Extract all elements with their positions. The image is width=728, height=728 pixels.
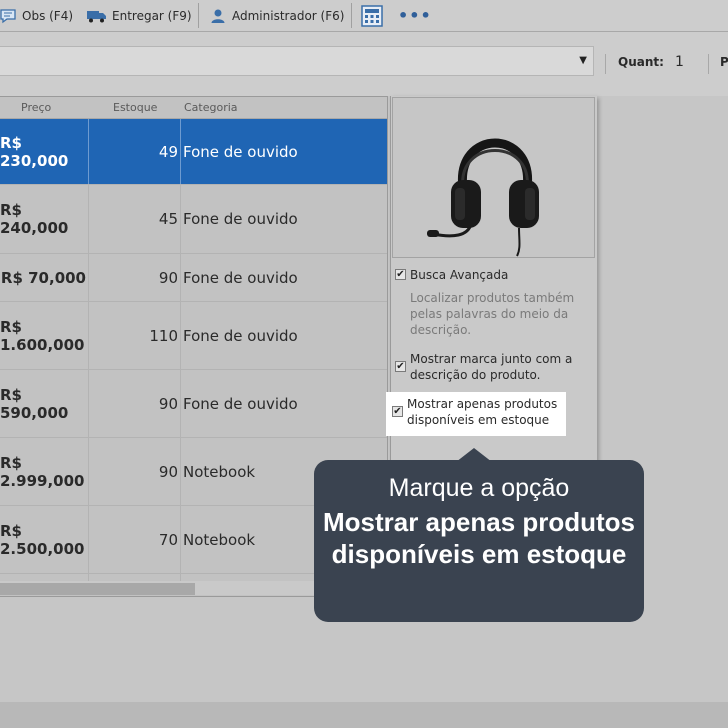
calculator-icon: [361, 4, 383, 27]
chevron-down-icon[interactable]: ▼: [579, 55, 587, 66]
column-divider: [180, 438, 181, 505]
cell-estoque: 90: [158, 394, 178, 413]
table-row[interactable]: R$ 240,000 45 Fone de ouvido: [0, 185, 387, 254]
tutorial-callout: Marque a opção Mostrar apenas produtos d…: [314, 460, 644, 622]
cell-estoque: 90: [158, 462, 178, 481]
speech-bubble-icon: [0, 8, 16, 23]
column-divider: [180, 506, 181, 573]
mostrar-marca-option[interactable]: ✔ Mostrar marca junto com a descrição do…: [395, 351, 591, 385]
scrollbar-thumb[interactable]: [0, 583, 195, 595]
headphones-image: [427, 138, 539, 257]
cell-preco: R$ 1.600,000: [0, 317, 85, 354]
column-header-estoque[interactable]: Estoque: [113, 101, 157, 114]
column-divider: [180, 302, 181, 369]
column-divider: [88, 119, 89, 184]
cell-preco: R$ 70,000: [0, 268, 86, 287]
calculator-button[interactable]: [361, 0, 383, 31]
cell-categoria: Fone de ouvido: [183, 142, 298, 161]
cell-categoria: Fone de ouvido: [183, 394, 298, 413]
divider: [708, 54, 709, 74]
busca-avancada-description: Localizar produtos também pelas palavras…: [410, 291, 575, 337]
toolbar-divider: [351, 3, 352, 28]
cell-preco: R$ 240,000: [0, 201, 69, 237]
user-icon: [211, 9, 225, 23]
cell-categoria: Fone de ouvido: [183, 210, 298, 228]
table-row[interactable]: R$ 70,000 90 Fone de ouvido: [0, 254, 387, 302]
top-toolbar: Obs (F4) Entregar (F9) Administrador (F6…: [0, 0, 728, 32]
busca-avancada-checkbox[interactable]: ✔: [395, 269, 406, 280]
truck-icon: [87, 10, 106, 22]
next-field-label: P: [720, 55, 728, 69]
more-options-button[interactable]: •••: [398, 0, 432, 31]
highlight-box: ✔ Mostrar apenas produtos disponíveis em…: [386, 392, 566, 436]
cell-estoque: 90: [158, 268, 178, 287]
table-row[interactable]: R$ 1.600,000 110 Fone de ouvido: [0, 302, 387, 370]
callout-option-name: Mostrar apenas produtos disponíveis em e…: [322, 507, 636, 569]
column-divider: [180, 370, 181, 437]
column-header-preco[interactable]: Preço: [21, 101, 51, 114]
table-row[interactable]: R$ 230,000 49 Fone de ouvido: [0, 119, 387, 185]
busca-avancada-option[interactable]: ✔ Busca Avançada: [395, 267, 591, 285]
column-divider: [88, 438, 89, 505]
mostrar-disponiveis-label: Mostrar apenas produtos disponíveis em e…: [407, 397, 558, 427]
administrador-button[interactable]: Administrador (F6): [210, 0, 344, 31]
column-divider: [88, 370, 89, 437]
cell-categoria: Fone de ouvido: [183, 268, 298, 287]
column-header-categoria[interactable]: Categoria: [184, 101, 238, 114]
divider: [605, 54, 606, 74]
table-header: Preço Estoque Categoria: [0, 97, 387, 119]
obs-button[interactable]: Obs (F4): [0, 0, 73, 31]
column-divider: [88, 254, 89, 301]
cell-categoria: Fone de ouvido: [183, 326, 298, 345]
search-row: ▼ Quant: 1 P: [0, 32, 728, 96]
column-divider: [88, 185, 89, 253]
callout-instruction: Marque a opção: [388, 474, 570, 502]
cell-preco: R$ 590,000: [0, 385, 69, 422]
busca-avancada-label: Busca Avançada: [410, 268, 509, 282]
status-bar: [0, 702, 728, 728]
mostrar-marca-label: Mostrar marca junto com a descrição do p…: [410, 352, 573, 382]
cell-preco: R$ 2.999,000: [0, 453, 85, 490]
column-divider: [180, 185, 181, 253]
obs-label: Obs (F4): [22, 8, 74, 23]
column-divider: [180, 119, 181, 184]
column-divider: [88, 506, 89, 573]
cell-preco: R$ 230,000: [0, 133, 69, 170]
toolbar-divider: [198, 3, 199, 28]
administrador-label: Administrador (F6): [232, 8, 345, 23]
cell-estoque: 110: [149, 326, 178, 345]
quant-label: Quant:: [618, 55, 664, 69]
entregar-label: Entregar (F9): [112, 8, 192, 23]
entregar-button[interactable]: Entregar (F9): [86, 0, 192, 31]
mostrar-disponiveis-checkbox[interactable]: ✔: [392, 406, 403, 417]
cell-preco: R$ 2.500,000: [0, 521, 85, 558]
cell-estoque: 49: [158, 142, 178, 161]
column-divider: [180, 254, 181, 301]
product-search-input[interactable]: ▼: [0, 46, 594, 76]
table-row[interactable]: R$ 590,000 90 Fone de ouvido: [0, 370, 387, 438]
mostrar-marca-checkbox[interactable]: ✔: [395, 361, 406, 372]
cell-estoque: 70: [158, 530, 178, 549]
mostrar-disponiveis-option[interactable]: ✔ Mostrar apenas produtos disponíveis em…: [392, 396, 562, 430]
cell-estoque: 45: [158, 210, 178, 228]
column-divider: [88, 302, 89, 369]
product-image: [392, 97, 595, 258]
quant-value[interactable]: 1: [675, 54, 684, 70]
